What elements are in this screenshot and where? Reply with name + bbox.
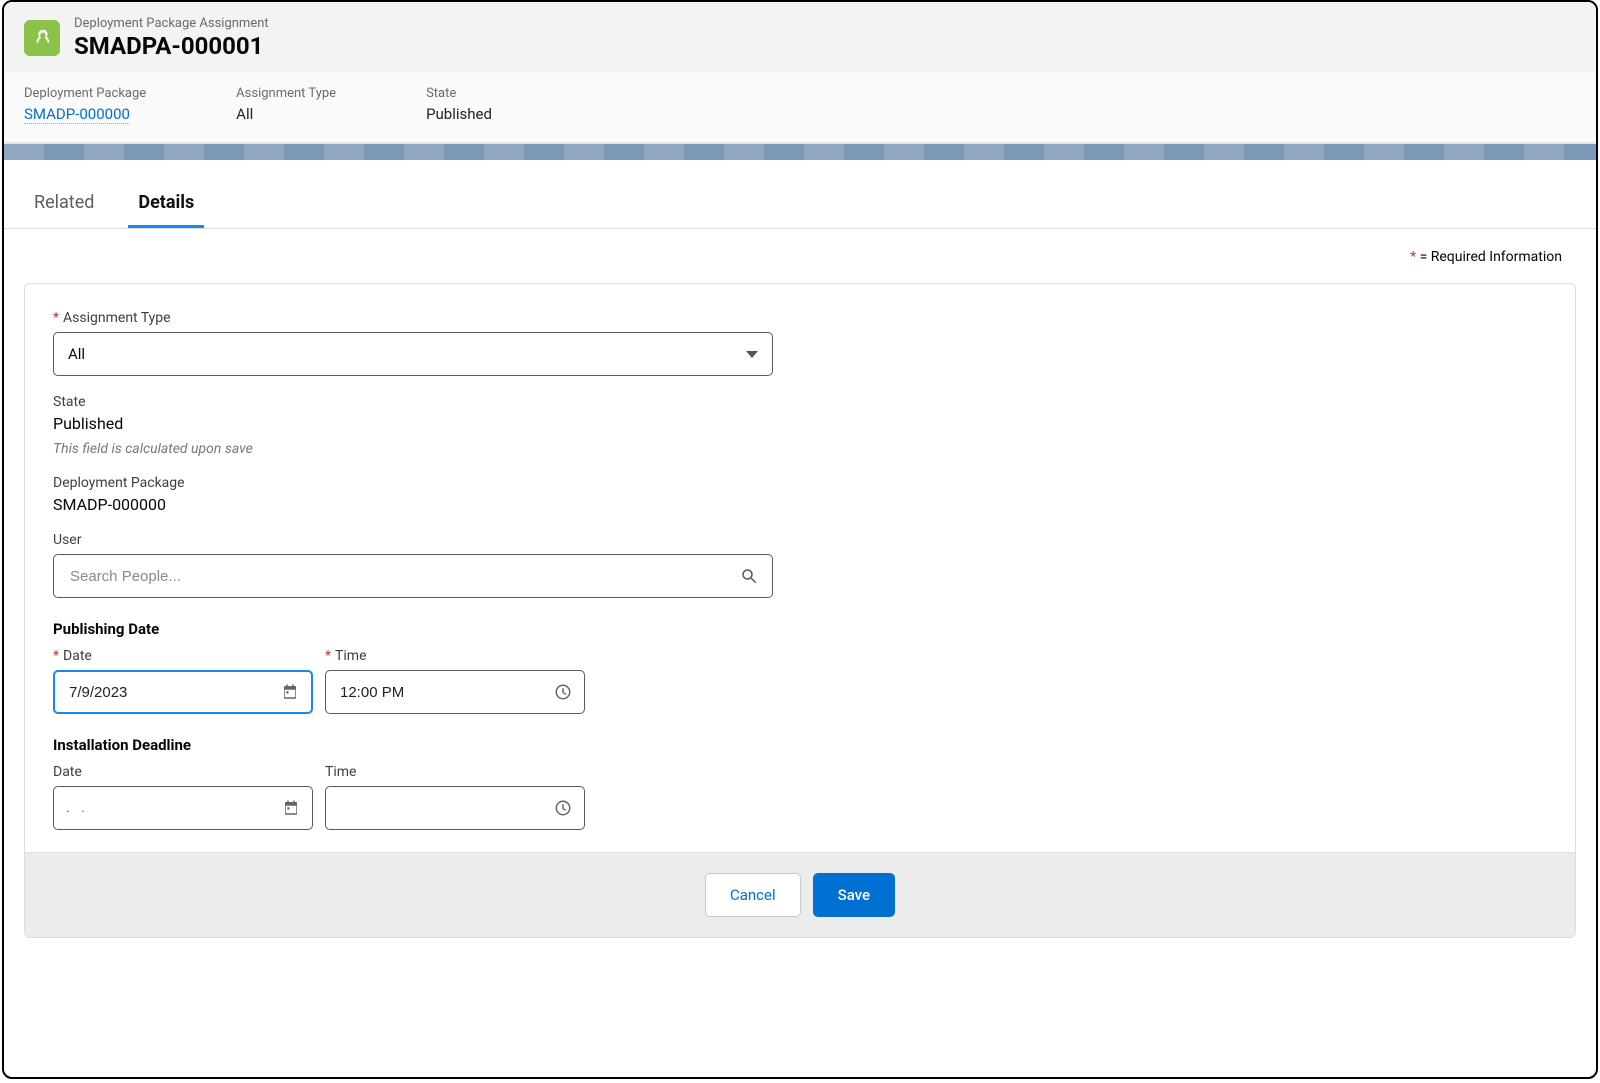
required-note: * = Required Information: [4, 229, 1596, 271]
details-card: *Assignment Type All State Published Thi…: [24, 283, 1576, 938]
inst-time-field[interactable]: [338, 799, 554, 818]
dpkg-label: Deployment Package: [53, 475, 773, 491]
record-type-icon: [24, 20, 60, 56]
pub-date-label: *Date: [53, 648, 313, 664]
calendar-icon[interactable]: [282, 799, 300, 817]
user-search-input[interactable]: [68, 567, 740, 586]
inst-time-label: Time: [325, 764, 585, 780]
pub-time-field[interactable]: [338, 683, 554, 702]
inst-time-input[interactable]: [325, 786, 585, 830]
record-title: SMADPA-000001: [74, 32, 269, 61]
calendar-icon[interactable]: [281, 683, 299, 701]
hl-dpkg-label: Deployment Package: [24, 86, 146, 101]
dpkg-value: SMADP-000000: [53, 495, 773, 514]
inst-date-placeholder: . .: [66, 800, 89, 816]
tab-bar: Related Details: [4, 178, 1596, 229]
form-footer: Cancel Save: [25, 852, 1575, 937]
install-deadline-section: Installation Deadline: [53, 736, 1547, 754]
decorative-ribbon: [4, 144, 1596, 160]
state-label: State: [53, 394, 773, 410]
user-label: User: [53, 532, 773, 548]
hl-atype-value: All: [236, 105, 336, 123]
clock-icon[interactable]: [554, 799, 572, 817]
search-icon: [740, 567, 758, 585]
object-label: Deployment Package Assignment: [74, 16, 269, 32]
pub-time-input[interactable]: [325, 670, 585, 714]
pub-time-label: *Time: [325, 648, 585, 664]
state-hint: This field is calculated upon save: [53, 441, 773, 457]
publishing-date-section: Publishing Date: [53, 620, 1547, 638]
page-header: Deployment Package Assignment SMADPA-000…: [4, 2, 1596, 72]
assignment-type-select[interactable]: All: [53, 332, 773, 376]
state-value: Published: [53, 414, 773, 433]
clock-icon[interactable]: [554, 683, 572, 701]
hl-state-label: State: [426, 86, 492, 101]
cancel-button[interactable]: Cancel: [705, 873, 801, 917]
pub-date-input[interactable]: [53, 670, 313, 714]
hl-atype-label: Assignment Type: [236, 86, 336, 101]
pub-date-field[interactable]: [67, 683, 281, 702]
assignment-type-value: All: [68, 345, 85, 363]
tab-details[interactable]: Details: [128, 178, 204, 228]
inst-date-label: Date: [53, 764, 313, 780]
user-search[interactable]: [53, 554, 773, 598]
hl-state-value: Published: [426, 105, 492, 123]
hl-dpkg-link[interactable]: SMADP-000000: [24, 105, 130, 124]
highlights-bar: Deployment Package SMADP-000000 Assignme…: [4, 72, 1596, 144]
save-button[interactable]: Save: [813, 873, 895, 917]
chevron-down-icon: [746, 351, 758, 358]
inst-date-input[interactable]: . .: [53, 786, 313, 830]
assignment-type-label: *Assignment Type: [53, 310, 773, 326]
tab-related[interactable]: Related: [24, 178, 104, 228]
